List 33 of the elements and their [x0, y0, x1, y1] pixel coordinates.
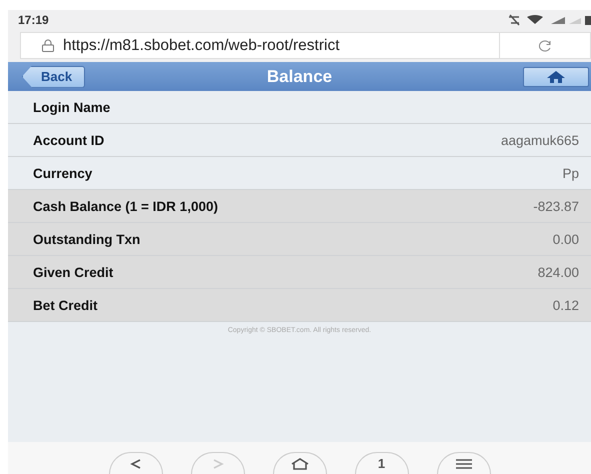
home-icon: [547, 70, 565, 82]
row-label: Cash Balance (1 = IDR 1,000): [33, 198, 218, 214]
row-value: Pp: [562, 166, 579, 180]
back-button[interactable]: Back: [22, 66, 86, 88]
home-nav-button[interactable]: [272, 452, 326, 474]
lock-icon: [41, 39, 55, 52]
row-value: -823.87: [533, 198, 579, 214]
chevron-left-icon: [130, 458, 142, 470]
menu-nav-button[interactable]: [436, 452, 490, 474]
battery-icon: [585, 16, 591, 25]
reload-icon: [538, 40, 552, 52]
row-label: Bet Credit: [33, 298, 98, 312]
signal-icon: [569, 18, 581, 24]
row-value: 0.12: [552, 298, 579, 312]
row-label: Account ID: [33, 132, 104, 148]
home-icon: [290, 458, 308, 470]
back-nav-button[interactable]: [108, 452, 162, 474]
wifi-icon: [527, 15, 543, 24]
data-off-icon: [508, 14, 520, 26]
row-label: Currency: [33, 166, 92, 180]
row-label: Given Credit: [33, 264, 114, 280]
status-time: 17:19: [18, 13, 49, 27]
row-value: aagamuk665: [500, 132, 579, 148]
chevron-right-icon: [212, 458, 224, 470]
home-button[interactable]: [523, 66, 589, 86]
row-value: 0.00: [552, 232, 579, 246]
menu-icon: [456, 458, 472, 468]
page-title: Balance: [266, 66, 332, 86]
tabs-nav-button[interactable]: 1: [354, 452, 408, 474]
row-label: Outstanding Txn: [33, 232, 140, 246]
row-value: 824.00: [538, 264, 579, 280]
row-label: Login Name: [33, 100, 110, 114]
signal-icon: [551, 17, 565, 24]
